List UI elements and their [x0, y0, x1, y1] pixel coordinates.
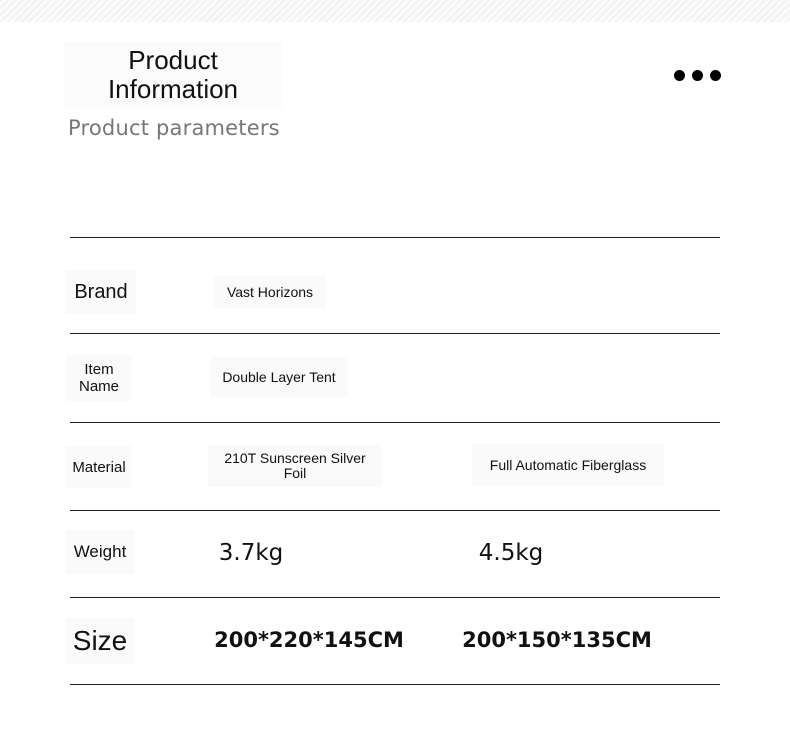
material-label: Material: [66, 446, 132, 488]
size-label: Size: [66, 618, 134, 664]
table-divider: [70, 237, 720, 238]
size-value-2: 200*150*135CM: [462, 628, 652, 652]
more-options-button[interactable]: [674, 68, 722, 82]
item-name-label-line-1: Item: [84, 361, 114, 378]
material-value-1: 210T Sunscreen Silver Foil: [208, 445, 382, 487]
top-pattern-band: [0, 0, 790, 22]
item-name-label-line-2: Name: [78, 378, 119, 395]
brand-value: Vast Horizons: [214, 276, 326, 308]
weight-value-1: 3.7kg: [218, 540, 284, 566]
table-divider: [70, 333, 720, 334]
weight-label: Weight: [66, 530, 134, 574]
page-title-line-2: Information: [107, 74, 239, 104]
table-divider: [70, 422, 720, 423]
brand-label: Brand: [66, 270, 136, 314]
size-value-1: 200*220*145CM: [214, 628, 404, 652]
more-horizontal-icon-dot: [692, 69, 703, 81]
weight-value-2: 4.5kg: [478, 540, 544, 566]
item-name-label: Item Name: [66, 355, 132, 401]
item-name-value: Double Layer Tent: [210, 357, 348, 397]
more-horizontal-icon: [674, 69, 685, 81]
table-divider: [70, 684, 720, 685]
table-divider: [70, 597, 720, 598]
page-title-line-1: Product: [128, 45, 218, 75]
table-divider: [70, 510, 720, 511]
material-value-2: Full Automatic Fiberglass: [472, 444, 664, 486]
more-horizontal-icon-dot: [710, 69, 721, 81]
page-subtitle: Product parameters: [68, 116, 280, 140]
page-title: Product Information: [64, 42, 282, 108]
